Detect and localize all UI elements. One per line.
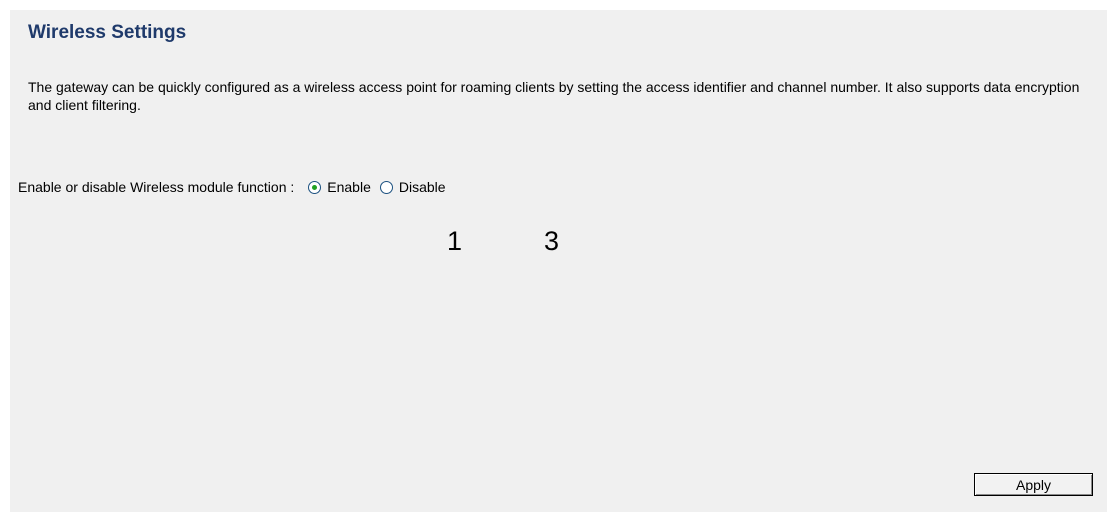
callout-number-3: 3 xyxy=(544,226,560,256)
enable-radio-label: Enable xyxy=(327,179,371,195)
enable-radio-button[interactable] xyxy=(308,180,322,194)
page-description: The gateway can be quickly configured as… xyxy=(28,79,1080,113)
enable-radio-option[interactable]: Enable xyxy=(308,179,371,195)
disable-radio-option[interactable]: Disable xyxy=(379,179,446,195)
page-title: Wireless Settings xyxy=(28,22,187,43)
radio-selected-dot xyxy=(312,184,318,190)
disable-radio-button[interactable] xyxy=(379,180,393,194)
disable-radio-label: Disable xyxy=(398,179,446,195)
callout-number-1: 1 xyxy=(447,226,463,256)
wireless-module-label: Enable or disable Wireless module functi… xyxy=(18,179,295,195)
settings-panel: Wireless Settings The gateway can be qui… xyxy=(10,10,1107,512)
wireless-module-row: Enable or disable Wireless module functi… xyxy=(18,179,446,195)
apply-button[interactable]: Apply xyxy=(974,473,1093,496)
